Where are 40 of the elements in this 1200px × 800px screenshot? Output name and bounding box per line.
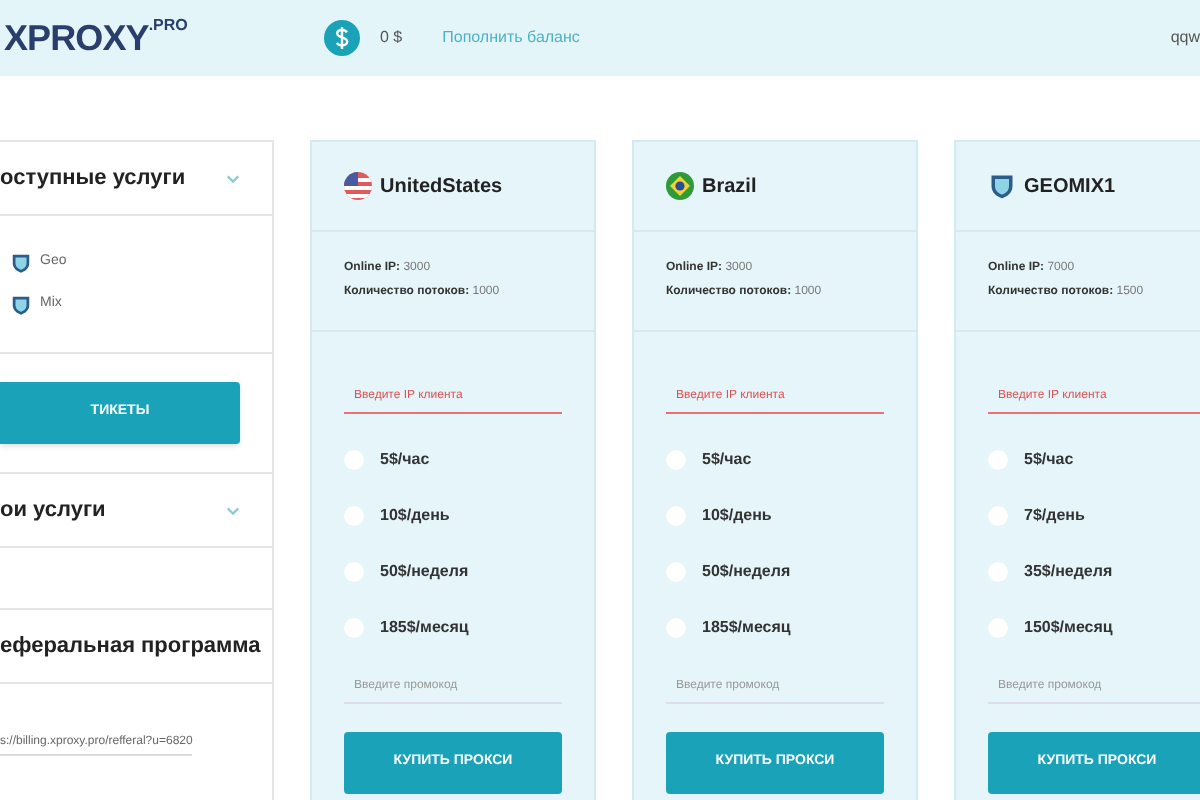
shield-icon — [10, 294, 32, 316]
radio-button[interactable] — [988, 561, 1008, 581]
section-title: ои услуги — [0, 495, 106, 526]
radio-button[interactable] — [344, 561, 364, 581]
plan-option[interactable]: 150$/месяц — [988, 610, 1200, 644]
card-title: Brazil — [702, 173, 757, 201]
radio-button[interactable] — [988, 505, 1008, 525]
dollar-icon — [324, 20, 360, 56]
chevron-icon[interactable] — [226, 505, 240, 515]
radio-button[interactable] — [344, 505, 364, 525]
flag-icon — [344, 172, 372, 200]
radio-button[interactable] — [666, 561, 686, 581]
plan-option[interactable]: 10$/день — [344, 498, 562, 532]
section-title: еферальная программа — [0, 631, 261, 662]
shield-icon — [10, 252, 32, 274]
plan-option[interactable]: 185$/месяц — [344, 610, 562, 644]
radio-button[interactable] — [344, 617, 364, 637]
plan-option[interactable]: 50$/неделя — [344, 554, 562, 588]
chevron-icon[interactable] — [226, 173, 240, 183]
plan-option[interactable]: 35$/неделя — [988, 554, 1200, 588]
radio-button[interactable] — [666, 449, 686, 469]
plan-option[interactable]: 7$/день — [988, 498, 1200, 532]
radio-button[interactable] — [988, 617, 1008, 637]
shield-icon — [988, 172, 1016, 200]
plan-option[interactable]: 10$/день — [666, 498, 884, 532]
plan-option[interactable]: 5$/час — [344, 442, 562, 476]
balance: 0 $ — [380, 26, 403, 50]
card-title: UnitedStates — [380, 173, 503, 201]
card-title: GEOMIX1 — [1024, 173, 1116, 201]
flag-icon — [666, 172, 694, 200]
radio-button[interactable] — [666, 617, 686, 637]
radio-button[interactable] — [344, 449, 364, 469]
plan-option[interactable]: 5$/час — [988, 442, 1200, 476]
radio-button[interactable] — [988, 449, 1008, 469]
section-title: оступные услуги — [0, 163, 186, 194]
plan-option[interactable]: 185$/месяц — [666, 610, 884, 644]
username: qqw — [1170, 26, 1200, 50]
radio-button[interactable] — [666, 505, 686, 525]
plan-option[interactable]: 5$/час — [666, 442, 884, 476]
plan-option[interactable]: 50$/неделя — [666, 554, 884, 588]
